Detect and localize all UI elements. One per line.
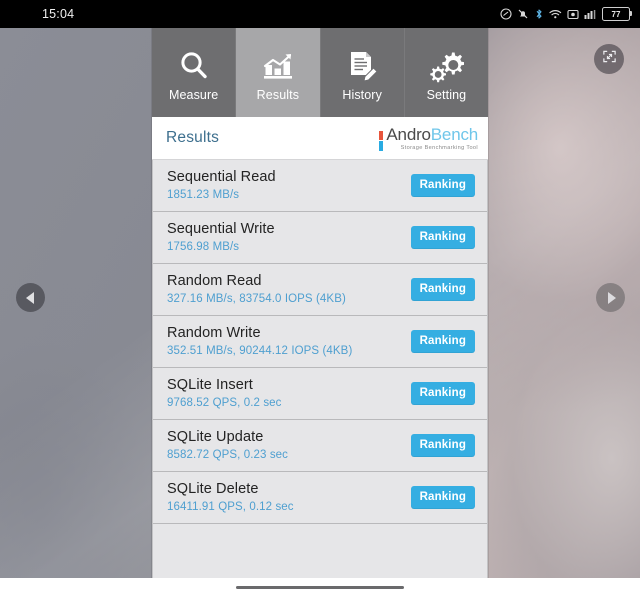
result-value: 16411.91 QPS, 0.12 sec [167, 501, 294, 513]
ranking-button[interactable]: Ranking [410, 330, 475, 353]
fullscreen-toggle-button[interactable] [594, 44, 624, 74]
result-name: SQLite Delete [167, 481, 259, 497]
result-value: 352.51 MB/s, 90244.12 IOPS (4KB) [167, 345, 353, 357]
tab-measure-label: Measure [168, 88, 219, 102]
result-text-block: Random Write 352.51 MB/s, 90244.12 IOPS … [167, 324, 411, 359]
table-row[interactable]: SQLite Insert 9768.52 QPS, 0.2 sec Ranki… [153, 368, 487, 420]
result-text-block: SQLite Insert 9768.52 QPS, 0.2 sec [167, 376, 411, 411]
result-value: 1756.98 MB/s [167, 241, 240, 253]
status-bar-icon-group: 77 [500, 7, 632, 21]
ranking-button[interactable]: Ranking [410, 486, 475, 509]
result-name: SQLite Update [167, 429, 264, 445]
fullscreen-expand-icon [602, 49, 617, 69]
result-value: 1851.23 MB/s [167, 189, 240, 201]
logo-bar-red [379, 130, 384, 140]
table-row[interactable]: SQLite Update 8582.72 QPS, 0.23 sec Rank… [153, 420, 487, 472]
androbench-app-window: Measure Results History Setting Results … [152, 28, 488, 578]
logo-tagline: Storage Benchmarking Tool [400, 144, 478, 151]
result-text-block: Sequential Read 1851.23 MB/s [167, 168, 411, 203]
bar-chart-icon [261, 43, 295, 83]
results-header: Results AndroBench Storage Benchmarking … [152, 117, 488, 160]
result-text-block: SQLite Delete 16411.91 QPS, 0.12 sec [167, 480, 411, 515]
tab-setting-label: Setting [426, 88, 467, 102]
tab-results-label: Results [256, 88, 300, 102]
result-text-block: SQLite Update 8582.72 QPS, 0.23 sec [167, 428, 411, 463]
notifications-off-icon [517, 8, 529, 20]
ranking-button[interactable]: Ranking [410, 226, 475, 249]
table-row[interactable]: Random Read 327.16 MB/s, 83754.0 IOPS (4… [153, 264, 487, 316]
tab-results[interactable]: Results [236, 28, 321, 117]
chevron-left-icon [25, 291, 34, 304]
status-bar-clock: 15:04 [42, 7, 75, 21]
wifi-icon [549, 8, 562, 20]
result-name: Random Write [167, 325, 261, 341]
table-row[interactable]: Sequential Write 1756.98 MB/s Ranking [153, 212, 487, 264]
result-value: 9768.52 QPS, 0.2 sec [167, 397, 282, 409]
results-list: Sequential Read 1851.23 MB/s Ranking Seq… [152, 160, 488, 578]
tab-history-label: History [342, 88, 382, 102]
chevron-right-icon [607, 291, 616, 304]
do-not-disturb-icon [500, 8, 512, 20]
androbench-logo: AndroBench Storage Benchmarking Tool [379, 125, 478, 151]
battery-percent-label: 77 [611, 9, 621, 19]
result-value: 327.16 MB/s, 83754.0 IOPS (4KB) [167, 293, 346, 305]
bluetooth-icon [534, 8, 544, 20]
ranking-button[interactable]: Ranking [410, 382, 475, 405]
result-name: Random Read [167, 273, 262, 289]
home-indicator-handle[interactable] [236, 585, 404, 590]
magnifier-icon [177, 43, 211, 83]
main-tab-bar: Measure Results History Setting [152, 28, 488, 117]
result-name: Sequential Read [167, 169, 276, 185]
table-row[interactable]: SQLite Delete 16411.91 QPS, 0.12 sec Ran… [153, 472, 487, 524]
page-title: Results [166, 129, 220, 146]
ranking-button[interactable]: Ranking [410, 434, 475, 457]
result-value: 8582.72 QPS, 0.23 sec [167, 449, 289, 461]
tab-setting[interactable]: Setting [404, 28, 488, 117]
next-app-button[interactable] [596, 283, 625, 312]
screenshot-icon [567, 9, 579, 20]
logo-text-block: AndroBench Storage Benchmarking Tool [386, 124, 478, 151]
result-text-block: Sequential Write 1756.98 MB/s [167, 220, 411, 255]
tab-measure[interactable]: Measure [152, 28, 237, 117]
system-navigation-bar [0, 578, 640, 597]
table-row[interactable]: Random Write 352.51 MB/s, 90244.12 IOPS … [153, 316, 487, 368]
result-text-block: Random Read 327.16 MB/s, 83754.0 IOPS (4… [167, 272, 411, 307]
ranking-button[interactable]: Ranking [410, 278, 475, 301]
screen-root: 15:04 77 Measure Results History Setting… [0, 0, 640, 597]
cellular-signal-icon [584, 9, 597, 20]
result-name: Sequential Write [167, 221, 275, 237]
logo-bars-icon [379, 125, 384, 151]
document-pencil-icon [346, 43, 378, 83]
tab-history[interactable]: History [320, 28, 405, 117]
logo-word-bench: Bench [430, 124, 478, 144]
battery-status-icon: 77 [602, 7, 632, 21]
table-row[interactable]: Sequential Read 1851.23 MB/s Ranking [153, 160, 487, 212]
previous-app-button[interactable] [16, 283, 45, 312]
logo-bar-blue [379, 141, 384, 151]
logo-word-andro: Andro [386, 124, 431, 144]
logo-wordmark: AndroBench [386, 124, 478, 144]
result-name: SQLite Insert [167, 377, 253, 393]
gears-icon [428, 43, 465, 83]
status-bar: 15:04 77 [0, 0, 640, 28]
ranking-button[interactable]: Ranking [410, 174, 475, 197]
